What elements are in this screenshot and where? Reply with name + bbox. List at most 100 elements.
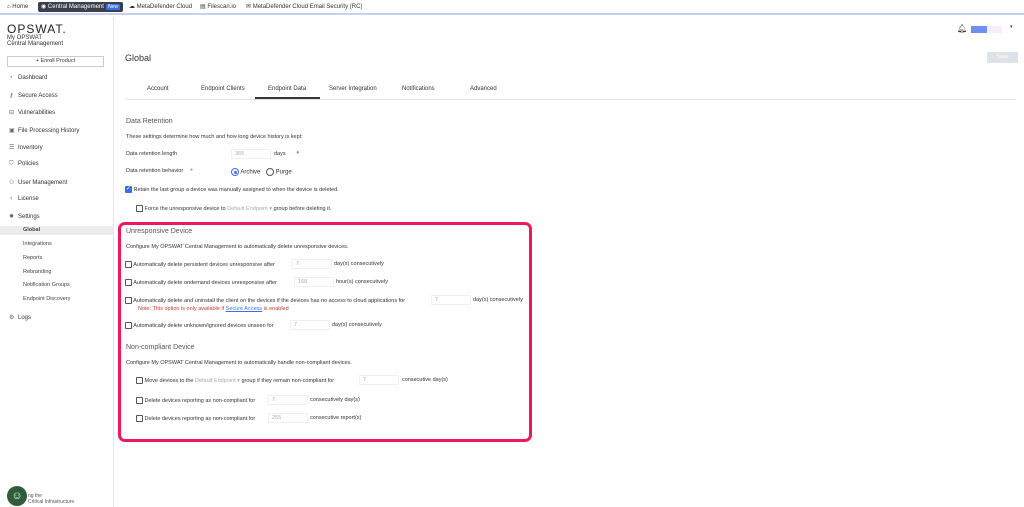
retention-unit: days [274,151,286,157]
sidebar-item-logs[interactable]: ⚙ Logs [9,314,31,321]
check-icon: ✓ [125,186,132,193]
delete-ondemand-checkbox[interactable]: Automatically delete ondemand devices un… [125,279,277,286]
checkbox-box [136,377,143,384]
delete-unknown-checkbox[interactable]: Automatically delete unknown/ignored dev… [125,322,274,329]
noncompliant-days-input[interactable]: 7 [268,395,308,405]
cookie-icon: ☺ [11,490,23,502]
sidebar-sub-rebranding[interactable]: Rebranding [23,269,51,275]
key-icon: ⚷ [9,93,14,99]
page-title: Global [125,53,152,63]
radio-purge-circle [266,168,274,176]
users-icon: ⚇ [9,180,15,186]
save-button[interactable]: Save [987,52,1018,63]
lock-icon: ⊟ [9,110,15,116]
group-dropdown[interactable]: Default Endpoint [195,378,236,384]
force-unresponsive-checkbox[interactable]: Force the unresponsive device to Default… [136,205,331,212]
chevron-down-icon[interactable]: ▾ [1010,24,1013,30]
account-name[interactable] [987,26,1002,33]
unknown-days-input[interactable]: 7 [290,320,330,330]
tab-home[interactable]: ⌂ Home [4,2,31,12]
license-icon: ♀ [9,196,14,202]
sidebar-item-vulnerabilities[interactable]: ⊟ Vulnerabilities [9,109,55,116]
unit-label: consecutive report(s) [310,415,362,421]
sidebar-item-policies[interactable]: ⛉ Policies [9,161,39,168]
tab-central-management[interactable]: ◉ Central Management New [38,2,123,12]
shield-icon: ⛉ [9,161,14,167]
tab-email-security[interactable]: ✉ MetaDefender Cloud Email Security (RC) [243,2,365,12]
sidebar-sub-integrations[interactable]: Integrations [23,241,52,247]
unit-label: hour(s) consecutively [336,279,388,285]
new-badge: New [105,4,120,10]
checkbox-box [136,415,143,422]
avatar[interactable] [971,26,987,33]
checkbox-box [125,297,132,304]
secure-access-note: Note: This option is only available if S… [138,306,289,312]
active-tab-indicator [255,97,320,99]
move-devices-checkbox[interactable]: Move devices to the Default Endpoint ▾ g… [136,377,334,384]
footer-text-2: Critical Infrastructure [28,499,75,505]
checkbox-box [125,261,132,268]
sidebar-item-dashboard[interactable]: ◔ Dashboard [9,75,47,81]
radio-purge[interactable]: Purge [266,168,292,176]
tab-notifications[interactable]: Notifications [402,86,435,92]
cloud-days-input[interactable]: 7 [431,295,471,305]
ondemand-hours-input[interactable]: 168 [294,277,334,287]
group-dropdown[interactable]: Default Endpoint [227,206,268,212]
checkbox-box [125,322,132,329]
tabs-divider [125,99,1016,100]
delete-noncompliant-days-checkbox[interactable]: Delete devices reporting as non-complian… [136,397,255,404]
tab-server-integration[interactable]: Server Integration [329,86,377,92]
checkbox-box [125,279,132,286]
tab-filescan[interactable]: ▤ Filescan.io [197,2,239,12]
section-title-data-retention: Data Retention [126,118,173,125]
sidebar-sub-notification-groups[interactable]: Notification Groups [23,282,70,288]
retain-group-checkbox[interactable]: ✓ Retain the last group a device was man… [125,186,339,193]
tab-metadefender-cloud[interactable]: ☁ MetaDefender Cloud [126,2,195,12]
retention-desc: These settings determine how much and ho… [126,134,303,140]
mail-icon: ✉ [246,4,253,10]
sidebar-item-secure-access[interactable]: ⚷ Secure Access [9,92,58,99]
tab-endpoint-clients[interactable]: Endpoint Clients [201,86,245,92]
retention-length-input[interactable]: 365 [231,149,271,159]
unit-label: day(s) consecutively [334,261,384,267]
bell-icon[interactable]: 🔔︎ [957,24,967,33]
delete-uninstall-checkbox[interactable]: Automatically delete and uninstall the c… [125,297,405,304]
cm-icon: ◉ [41,4,48,10]
sidebar-sub-endpoint-discovery[interactable]: Endpoint Discovery [23,296,70,302]
sidebar-item-inventory[interactable]: ☰ Inventory [9,144,43,151]
sidebar-item-license[interactable]: ♀ License [9,196,39,202]
list-icon: ☰ [9,145,15,151]
tab-endpoint-data[interactable]: Endpoint Data [268,86,306,92]
info-icon[interactable]: ● [296,150,300,156]
noncompliant-desc: Configure My OPSWAT Central Management t… [126,360,352,366]
delete-persistent-checkbox[interactable]: Automatically delete persistent devices … [125,261,275,268]
sidebar-sub-global[interactable]: Global [0,226,113,235]
checkbox-box [136,205,143,212]
retention-length-label: Data retention length [126,151,178,157]
sidebar-sub-reports[interactable]: Reports [23,255,42,261]
info-icon[interactable]: ● [190,167,193,173]
noncompliant-reports-input[interactable]: 255 [268,413,308,423]
file-icon: ▣ [9,128,15,134]
opswat-logo: OPSWAT. [7,22,67,36]
radio-archive-circle [231,168,239,176]
delete-noncompliant-reports-checkbox[interactable]: Delete devices reporting as non-complian… [136,415,255,422]
move-days-input[interactable]: 7 [359,375,399,385]
sidebar-item-user-management[interactable]: ⚇ User Management [9,179,67,186]
tab-advanced[interactable]: Advanced [470,86,497,92]
persistent-days-input[interactable]: 7 [292,259,332,269]
tab-account[interactable]: Account [147,86,169,92]
top-nav: ⌂ Home ◉ Central Management New ☁ MetaDef… [0,0,1024,15]
unit-label: day(s) consecutively [332,322,382,328]
unresponsive-desc: Configure My OPSWAT Central Management t… [126,244,349,250]
enroll-product-button[interactable]: + Enroll Product [7,56,104,67]
logs-icon: ⚙ [9,315,15,321]
checkbox-box [136,397,143,404]
radio-archive[interactable]: Archive [231,168,260,176]
secure-access-link[interactable]: Secure Access [226,306,262,312]
highlight-box [118,222,532,442]
unit-label: consecutively day(s) [310,397,360,403]
sidebar-item-settings[interactable]: ✹ Settings [9,213,40,220]
sidebar-item-file-processing[interactable]: ▣ File Processing History [9,127,79,134]
cookie-settings-button[interactable]: ☺ [7,486,27,506]
